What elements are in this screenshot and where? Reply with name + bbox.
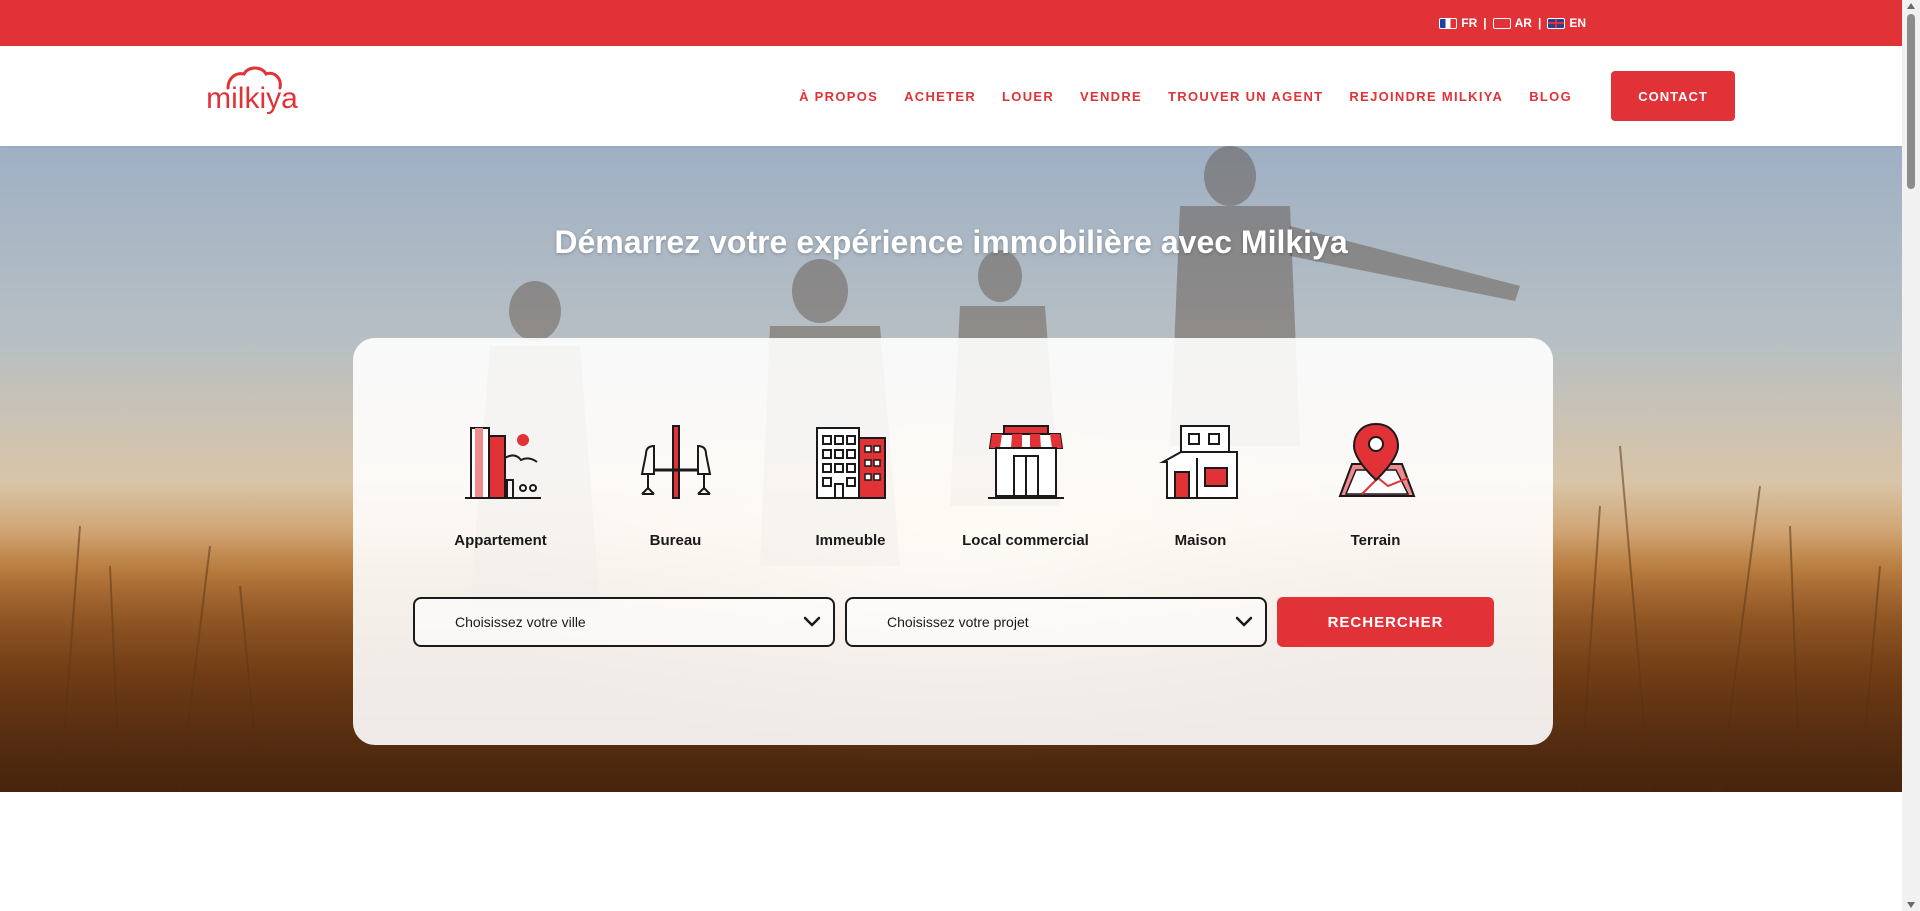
type-immeuble[interactable]: Immeuble bbox=[763, 418, 938, 549]
type-label: Appartement bbox=[454, 532, 547, 549]
office-icon bbox=[640, 425, 711, 499]
search-button[interactable]: RECHERCHER bbox=[1277, 597, 1494, 647]
type-label: Bureau bbox=[649, 532, 702, 549]
type-label: Local commercial bbox=[962, 532, 1089, 549]
type-label: Terrain bbox=[1350, 532, 1401, 549]
land-pin-icon bbox=[1338, 422, 1415, 497]
nav-acheter[interactable]: ACHETER bbox=[904, 89, 976, 104]
page-scrollbar[interactable] bbox=[1902, 0, 1920, 911]
type-terrain[interactable]: Terrain bbox=[1288, 418, 1463, 549]
lang-en[interactable]: EN bbox=[1569, 16, 1586, 30]
type-label: Immeuble bbox=[815, 532, 886, 549]
language-switcher: FR | AR | EN bbox=[1439, 16, 1586, 30]
city-select-value: Choisissez votre ville bbox=[455, 614, 586, 630]
nav-trouver-agent[interactable]: TROUVER UN AGENT bbox=[1168, 89, 1323, 104]
lang-fr[interactable]: FR bbox=[1461, 16, 1477, 30]
building-icon bbox=[815, 427, 886, 499]
flag-fr-icon[interactable] bbox=[1439, 17, 1458, 29]
chevron-down-icon bbox=[803, 616, 821, 627]
chevron-down-icon bbox=[1235, 616, 1253, 627]
scrollbar-thumb[interactable] bbox=[1907, 14, 1915, 189]
type-maison[interactable]: Maison bbox=[1113, 418, 1288, 549]
contact-button[interactable]: CONTACT bbox=[1611, 71, 1735, 121]
property-types: Appartement Bureau Immeuble Local commer… bbox=[413, 418, 1463, 549]
hero-title: Démarrez votre expérience immobilière av… bbox=[554, 224, 1348, 260]
project-select[interactable]: Choisissez votre projet bbox=[845, 597, 1267, 647]
nav-a-propos[interactable]: À PROPOS bbox=[799, 89, 878, 104]
logo-text: milkiya bbox=[206, 82, 298, 115]
apartment-icon bbox=[464, 427, 541, 499]
scroll-down-icon[interactable] bbox=[1907, 902, 1915, 908]
type-appartement[interactable]: Appartement bbox=[413, 418, 588, 549]
storefront-icon bbox=[987, 425, 1064, 499]
search-form: Choisissez votre ville Choisissez votre … bbox=[413, 597, 1495, 647]
nav-blog[interactable]: BLOG bbox=[1529, 89, 1572, 104]
lang-separator: | bbox=[1483, 16, 1487, 30]
lang-ar[interactable]: AR bbox=[1515, 16, 1532, 30]
flag-en-icon[interactable] bbox=[1547, 17, 1566, 29]
city-select[interactable]: Choisissez votre ville bbox=[413, 597, 835, 647]
scroll-up-icon[interactable] bbox=[1907, 3, 1915, 9]
type-bureau[interactable]: Bureau bbox=[588, 418, 763, 549]
top-bar: FR | AR | EN bbox=[0, 0, 1902, 46]
type-label: Maison bbox=[1174, 532, 1227, 549]
house-icon bbox=[1158, 425, 1238, 499]
project-select-value: Choisissez votre projet bbox=[887, 614, 1029, 630]
nav-louer[interactable]: LOUER bbox=[1002, 89, 1054, 104]
nav-rejoindre[interactable]: REJOINDRE MILKIYA bbox=[1349, 89, 1503, 104]
main-nav: À PROPOS ACHETER LOUER VENDRE TROUVER UN… bbox=[799, 46, 1572, 146]
lang-separator: | bbox=[1537, 16, 1542, 30]
milkiya-logo[interactable]: milkiya bbox=[192, 64, 312, 124]
hero-section: Démarrez votre expérience immobilière av… bbox=[0, 146, 1902, 792]
flag-ar-icon[interactable] bbox=[1492, 17, 1511, 29]
site-header: milkiya À PROPOS ACHETER LOUER VENDRE TR… bbox=[0, 46, 1902, 146]
search-card: Appartement Bureau Immeuble Local commer… bbox=[353, 338, 1553, 745]
nav-vendre[interactable]: VENDRE bbox=[1080, 89, 1142, 104]
type-local-commercial[interactable]: Local commercial bbox=[938, 418, 1113, 549]
